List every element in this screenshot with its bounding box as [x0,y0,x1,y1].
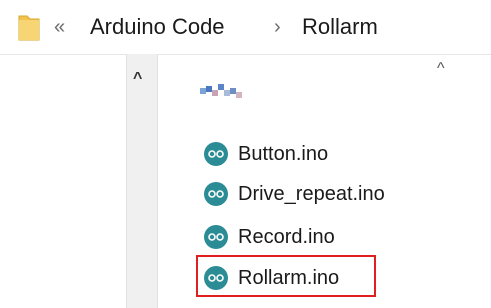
highlight-box [196,255,376,297]
breadcrumb-overflow-icon[interactable]: « [54,13,65,41]
arduino-file-icon [204,225,228,249]
content-scroll-up-icon[interactable]: ^ [437,60,445,78]
file-item-drive-repeat[interactable]: Drive_repeat.ino [204,177,385,211]
navigation-pane-scrollbar[interactable] [126,54,158,308]
obscured-item-icon [200,82,248,100]
file-name: Record.ino [238,226,335,248]
file-name: Drive_repeat.ino [238,183,385,205]
nav-scroll-up-icon[interactable]: ^ [133,70,142,88]
file-name: Button.ino [238,143,329,165]
address-bar[interactable]: « Arduino Code › Rollarm [0,0,491,55]
file-item-record[interactable]: Record.ino [204,220,335,254]
file-item-button[interactable]: Button.ino [204,137,328,171]
arduino-file-icon [204,182,228,206]
arduino-file-icon [204,142,228,166]
breadcrumb-item-arduino-code[interactable]: Arduino Code [90,13,225,41]
folder-icon [18,13,40,46]
breadcrumb-item-rollarm[interactable]: Rollarm [302,13,378,41]
breadcrumb-separator-icon[interactable]: › [274,13,281,41]
